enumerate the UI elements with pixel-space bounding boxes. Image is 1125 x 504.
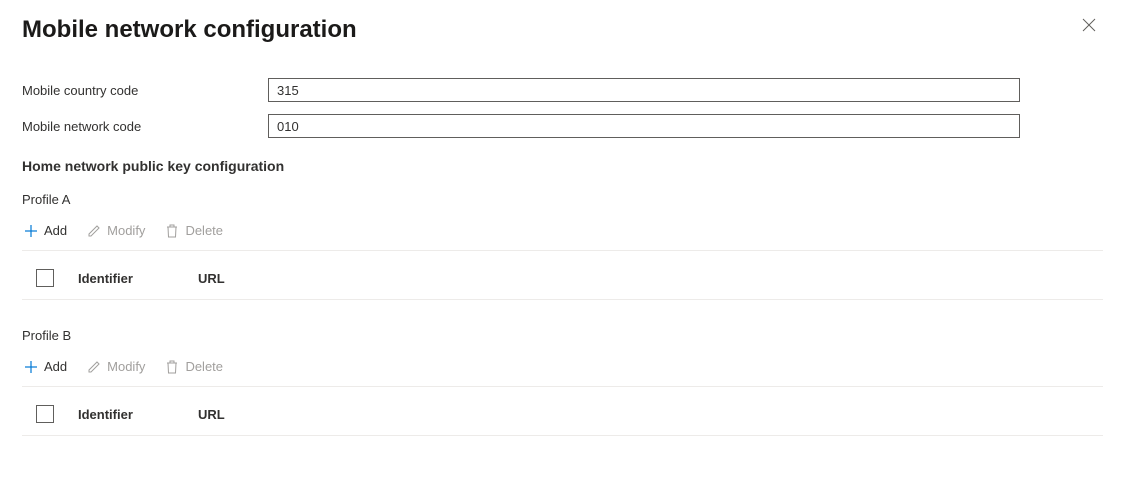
profile-a-label: Profile A	[22, 192, 1103, 207]
trash-icon	[165, 360, 179, 374]
profile-a-col-identifier: Identifier	[78, 271, 198, 286]
plus-icon	[24, 224, 38, 238]
modify-label: Modify	[107, 223, 145, 238]
profile-b-col-url: URL	[198, 407, 225, 422]
profile-b-delete-button[interactable]: Delete	[163, 355, 225, 378]
page-title: Mobile network configuration	[22, 16, 357, 44]
profile-b-toolbar: Add Modify Delete	[22, 355, 1103, 387]
profile-b-col-identifier: Identifier	[78, 407, 198, 422]
profile-b-select-all-checkbox[interactable]	[36, 405, 54, 423]
modify-label: Modify	[107, 359, 145, 374]
close-button[interactable]	[1081, 18, 1097, 34]
profile-a-toolbar: Add Modify Delete	[22, 219, 1103, 251]
delete-label: Delete	[185, 223, 223, 238]
pencil-icon	[87, 360, 101, 374]
delete-label: Delete	[185, 359, 223, 374]
profile-b-label: Profile B	[22, 328, 1103, 343]
profile-a-delete-button[interactable]: Delete	[163, 219, 225, 242]
profile-a-col-url: URL	[198, 271, 225, 286]
mnc-label: Mobile network code	[22, 119, 268, 134]
add-label: Add	[44, 223, 67, 238]
pencil-icon	[87, 224, 101, 238]
profile-a-select-all-checkbox[interactable]	[36, 269, 54, 287]
close-icon	[1082, 18, 1096, 35]
profile-b-add-button[interactable]: Add	[22, 355, 69, 378]
plus-icon	[24, 360, 38, 374]
section-header: Home network public key configuration	[22, 158, 1103, 174]
add-label: Add	[44, 359, 67, 374]
profile-b-modify-button[interactable]: Modify	[85, 355, 147, 378]
mnc-input[interactable]	[268, 114, 1020, 138]
mcc-label: Mobile country code	[22, 83, 268, 98]
profile-a-table-header: Identifier URL	[22, 251, 1103, 300]
mcc-input[interactable]	[268, 78, 1020, 102]
profile-a-modify-button[interactable]: Modify	[85, 219, 147, 242]
profile-a-add-button[interactable]: Add	[22, 219, 69, 242]
profile-b-table-header: Identifier URL	[22, 387, 1103, 436]
trash-icon	[165, 224, 179, 238]
